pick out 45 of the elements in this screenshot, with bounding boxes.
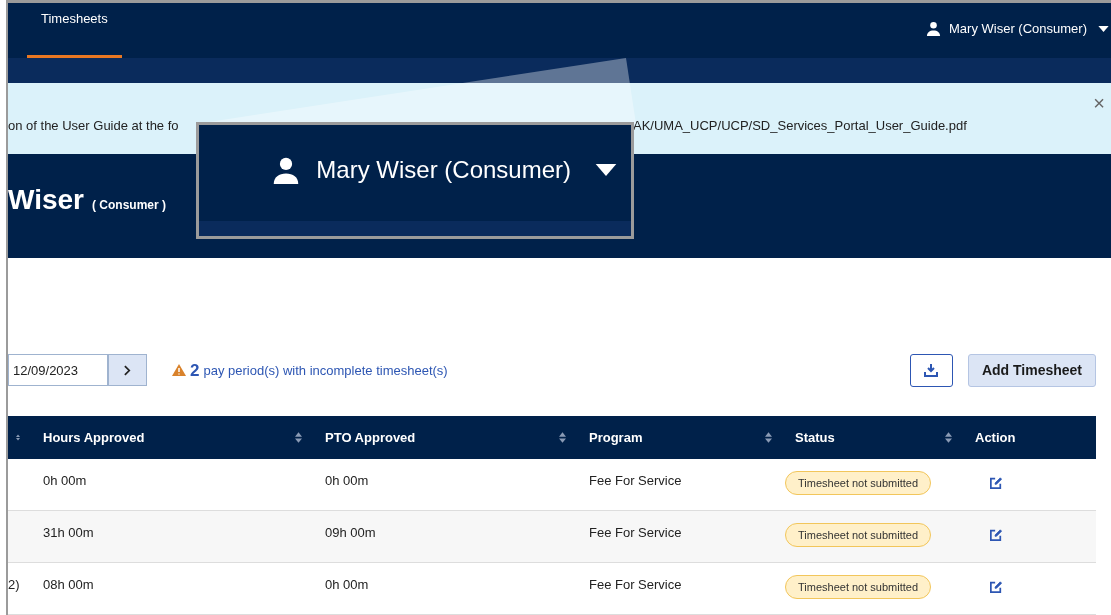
- download-button[interactable]: [909, 354, 953, 387]
- table-cell: 09h 00m: [325, 525, 376, 540]
- table-cell: 08h 00m: [43, 577, 94, 592]
- chevron-right-icon: [124, 365, 131, 376]
- user-name: Wiser: [8, 182, 84, 217]
- table-cell: Fee For Service: [589, 577, 682, 592]
- caret-icon: [1098, 25, 1109, 32]
- caret-icon: [595, 164, 617, 176]
- user-icon: [926, 21, 942, 36]
- table-cell: 31h 00m: [43, 525, 94, 540]
- table-cell: 0h 00m: [325, 473, 369, 488]
- edit-icon[interactable]: [990, 477, 1002, 489]
- sort-icon[interactable]: [16, 432, 20, 443]
- table-cell: Fee For Service: [589, 525, 682, 540]
- close-button[interactable]: ×: [1093, 93, 1105, 114]
- status-badge: Timesheet not submitted: [785, 523, 932, 548]
- column-header: Hours Approved: [43, 428, 145, 447]
- table-cell: Fee For Service: [589, 473, 682, 488]
- table-cell: 0h 00m: [325, 577, 369, 592]
- user-icon: [272, 156, 301, 184]
- status-badge: Timesheet not submitted: [785, 575, 932, 600]
- sort-icon[interactable]: [765, 432, 772, 443]
- warning-icon: [172, 364, 186, 377]
- edit-icon[interactable]: [990, 529, 1002, 541]
- add-timesheet-button[interactable]: Add Timesheet: [967, 354, 1096, 387]
- column-header: PTO Approved: [325, 428, 416, 447]
- warning-text[interactable]: pay period(s) with incomplete timesheet(s): [203, 360, 448, 381]
- sort-icon[interactable]: [945, 432, 952, 443]
- download-icon: [924, 363, 939, 378]
- table-cell: 0h 00m: [43, 473, 87, 488]
- table-cell: 2): [8, 577, 20, 592]
- edit-icon[interactable]: [990, 581, 1002, 593]
- sort-icon[interactable]: [295, 432, 302, 443]
- status-badge: Timesheet not submitted: [785, 471, 932, 496]
- user-role: ( Consumer ): [92, 196, 167, 214]
- banner-text: on of the User Guide at the fo: [8, 117, 180, 136]
- column-header: Program: [589, 428, 643, 447]
- date-field[interactable]: 12/09/2023: [8, 354, 108, 387]
- banner-text: AK/UMA_UCP/UCP/SD_Services_Portal_User_Guide.pdf: [633, 117, 967, 136]
- sort-icon[interactable]: [559, 432, 566, 443]
- callout-user-label: Mary Wiser (Consumer): [316, 155, 571, 185]
- user-menu[interactable]: Mary Wiser (Consumer): [926, 3, 1111, 58]
- column-header: Status: [795, 428, 835, 447]
- warning-count: 2: [190, 359, 200, 382]
- column-header: Action: [975, 428, 1016, 447]
